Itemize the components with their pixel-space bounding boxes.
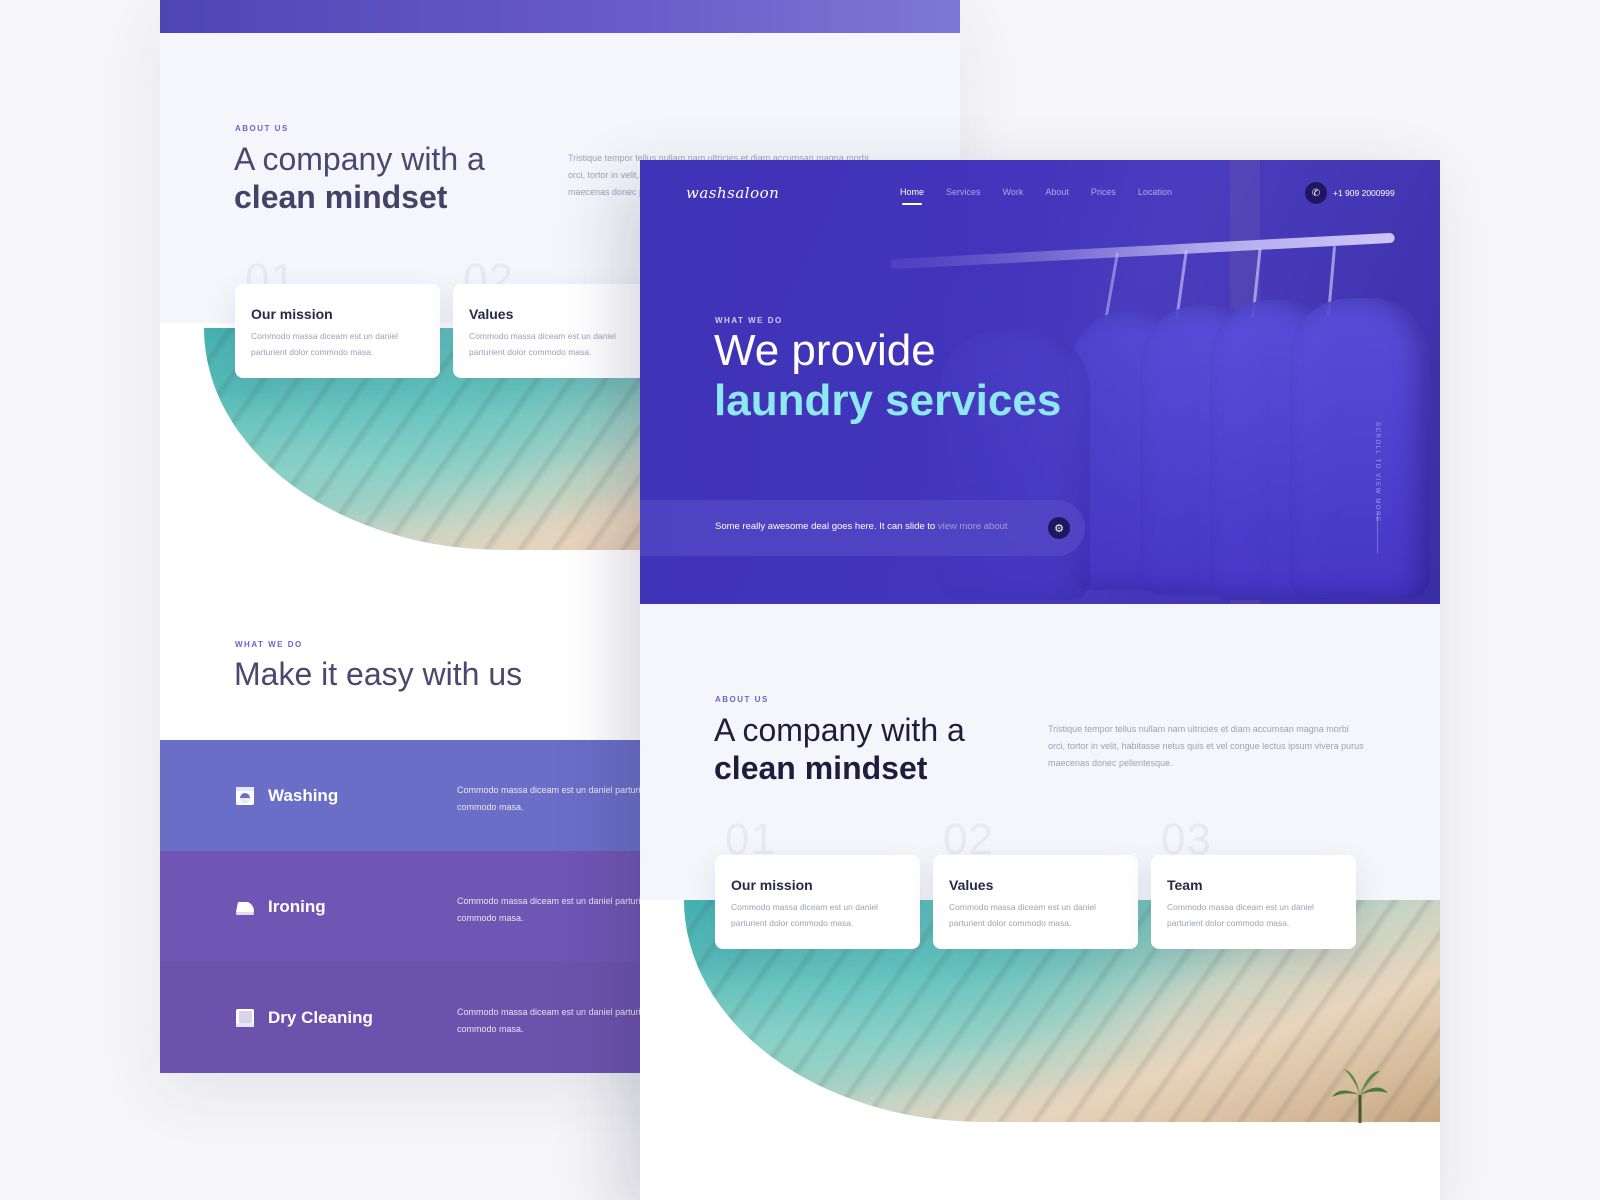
card-title: Values — [949, 877, 994, 893]
service-name: Ironing — [268, 897, 326, 916]
deal-text-fade: view more about — [937, 521, 1008, 532]
about-eyebrow: ABOUT US — [235, 124, 289, 133]
hero-eyebrow: WHAT WE DO — [715, 316, 783, 325]
phone-icon: ✆ — [1305, 182, 1327, 204]
deal-text: Some really awesome deal goes here. It c… — [715, 521, 1010, 532]
nav-home[interactable]: Home — [900, 187, 924, 205]
deal-text-main: Some really awesome deal goes here. It c… — [715, 521, 938, 532]
nav-location[interactable]: Location — [1138, 187, 1172, 197]
phone-number: +1 909 2000999 — [1333, 188, 1395, 198]
card-our-mission[interactable]: Our mission Commodo massa diceam est un … — [715, 855, 920, 949]
what-we-do-heading: Make it easy with us — [234, 656, 523, 692]
hero-heading-line2: laundry services — [714, 376, 1062, 425]
card-our-mission[interactable]: Our mission Commodo massa diceam est un … — [235, 284, 440, 378]
card-description: Commodo massa diceam est un daniel partu… — [731, 902, 878, 928]
card-description: Commodo massa diceam est un daniel partu… — [1167, 902, 1314, 928]
gear-icon[interactable]: ⚙ — [1048, 517, 1070, 539]
about-heading: A company with a clean mindset — [234, 140, 485, 216]
service-name: Dry Cleaning — [268, 1008, 373, 1027]
card-values[interactable]: Values Commodo massa diceam est un danie… — [933, 855, 1138, 949]
about-heading: A company with a clean mindset — [714, 711, 965, 787]
about-heading-bold: clean mindset — [714, 750, 928, 786]
front-page-preview: washsaloon Home Services Work About Pric… — [640, 160, 1440, 1200]
about-heading-light: A company with a — [234, 141, 485, 177]
deal-banner[interactable]: Some really awesome deal goes here. It c… — [640, 500, 1085, 556]
hero-heading-line1: We provide — [714, 326, 936, 375]
palm-leaf-icon — [1332, 1069, 1388, 1123]
nav-about[interactable]: About — [1045, 187, 1069, 197]
card-title: Values — [469, 306, 514, 322]
scroll-hint: SCROLL TO VIEW MORE — [1374, 422, 1380, 523]
what-we-do-eyebrow: WHAT WE DO — [235, 640, 303, 649]
dry-cleaning-icon — [236, 1009, 254, 1027]
about-heading-bold: clean mindset — [234, 179, 448, 215]
card-description: Commodo massa diceam est un daniel partu… — [469, 331, 616, 357]
card-title: Our mission — [251, 306, 333, 322]
scroll-line — [1377, 512, 1378, 554]
hero-heading: We provide laundry services — [714, 326, 1061, 426]
nav-services[interactable]: Services — [946, 187, 981, 197]
service-name: Washing — [268, 786, 339, 805]
nav-work[interactable]: Work — [1003, 187, 1024, 197]
card-description: Commodo massa diceam est un daniel partu… — [949, 902, 1096, 928]
card-values[interactable]: Values Commodo massa diceam est un danie… — [453, 284, 658, 378]
about-eyebrow: ABOUT US — [715, 695, 769, 704]
site-logo[interactable]: washsaloon — [686, 184, 779, 202]
about-heading-light: A company with a — [714, 712, 965, 748]
card-title: Our mission — [731, 877, 813, 893]
about-paragraph: Tristique tempor tellus nullam nam ultri… — [1048, 724, 1364, 768]
iron-icon — [236, 902, 254, 915]
hero-section: washsaloon Home Services Work About Pric… — [640, 160, 1440, 604]
nav-prices[interactable]: Prices — [1091, 187, 1116, 197]
card-team[interactable]: Team Commodo massa diceam est un daniel … — [1151, 855, 1356, 949]
hero-strip — [160, 0, 960, 33]
main-nav: Home Services Work About Prices Location — [900, 187, 1172, 205]
phone-contact[interactable]: ✆ +1 909 2000999 — [1305, 182, 1395, 204]
washing-machine-icon — [236, 787, 254, 805]
card-description: Commodo massa diceam est un daniel partu… — [251, 331, 398, 357]
card-title: Team — [1167, 877, 1203, 893]
